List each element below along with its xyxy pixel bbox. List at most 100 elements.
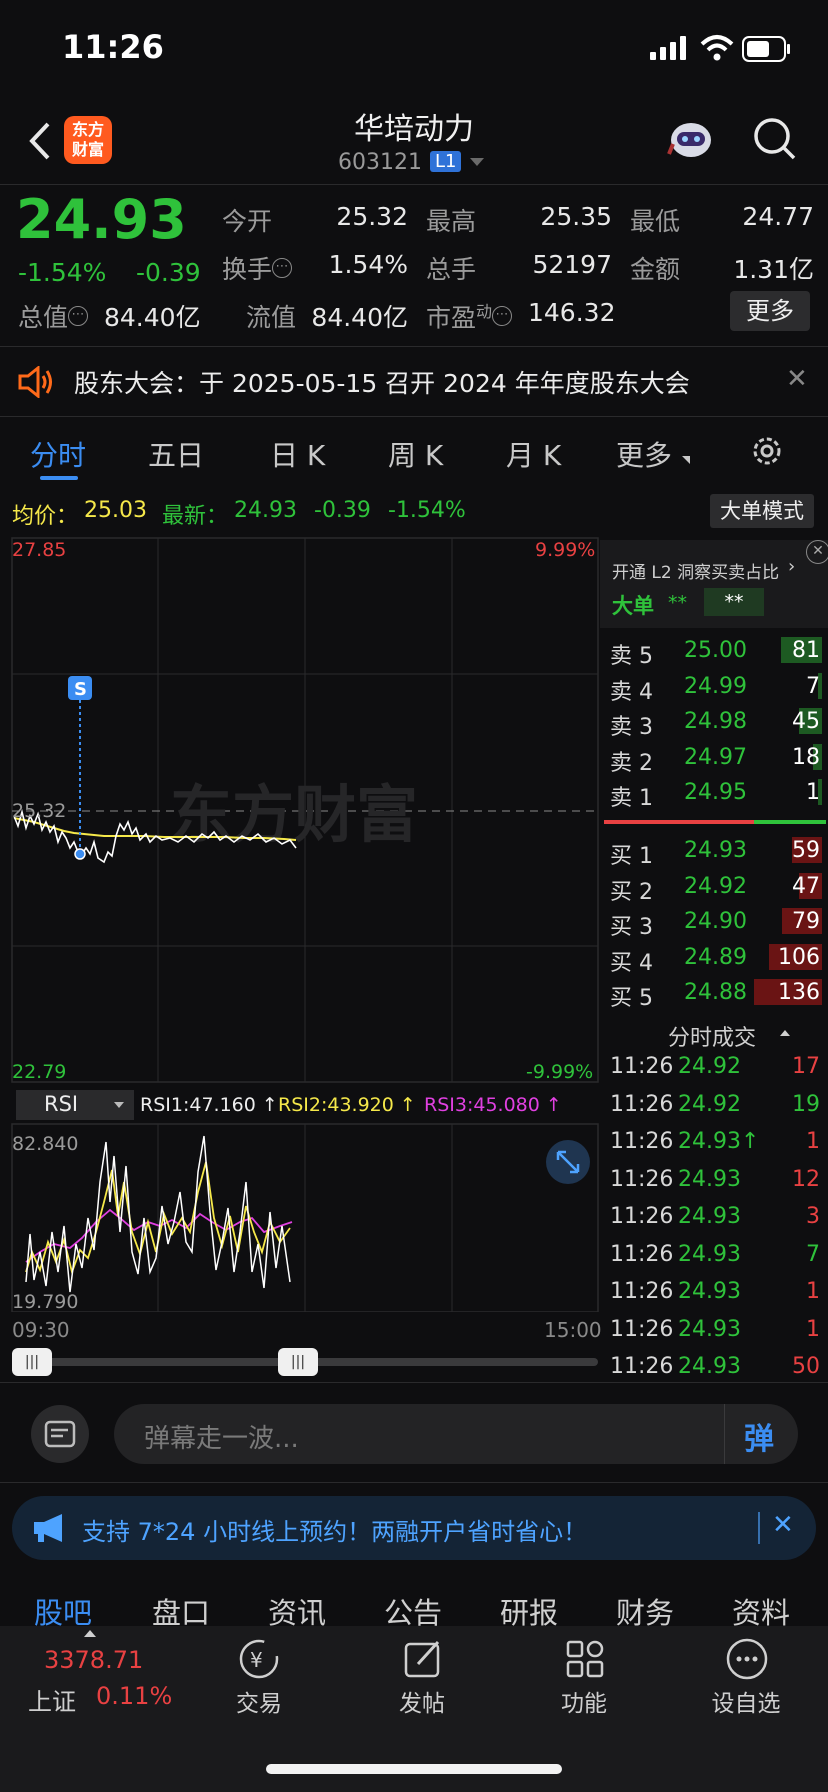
trade-time: 11:26 bbox=[610, 1316, 674, 1342]
danmaku-input[interactable]: 弹幕走一波... 弹 bbox=[114, 1404, 798, 1464]
end-time-label: 15:00 bbox=[544, 1318, 602, 1342]
info-icon[interactable]: ⋯ bbox=[492, 306, 513, 327]
order-price: 24.98 bbox=[684, 709, 747, 734]
order-book-row[interactable]: 买 4 24.89 106 bbox=[600, 941, 828, 976]
info-icon[interactable]: ⋯ bbox=[68, 306, 89, 326]
tab-monthly-k[interactable]: 月 K bbox=[506, 434, 561, 474]
tab-five-day[interactable]: 五日 bbox=[148, 434, 204, 474]
order-level-label: 卖 1 bbox=[610, 786, 653, 811]
amount-value: 1.31亿 bbox=[733, 255, 814, 284]
order-volume: 47 bbox=[792, 873, 820, 899]
order-book-row[interactable]: 卖 1 24.95 1 bbox=[600, 776, 828, 811]
dropdown-triangle-icon bbox=[682, 456, 690, 464]
gear-icon[interactable] bbox=[750, 434, 784, 468]
signal-icon bbox=[650, 36, 686, 60]
home-indicator bbox=[266, 1764, 562, 1774]
promo-banner[interactable]: 支持 7*24 小时线上预约！两融开户省时省心！ ✕ bbox=[12, 1496, 816, 1560]
chevron-right-icon: › bbox=[788, 556, 796, 577]
trade-volume: 12 bbox=[792, 1166, 820, 1192]
order-book-row[interactable]: 卖 2 24.97 18 bbox=[600, 741, 828, 776]
danmaku-toggle-icon[interactable] bbox=[30, 1404, 90, 1464]
search-icon[interactable] bbox=[752, 116, 798, 162]
big-order-label: 大单 bbox=[612, 594, 654, 618]
divider bbox=[0, 184, 828, 185]
order-volume: 45 bbox=[792, 709, 820, 734]
rsi-max-label: 82.840 bbox=[12, 1133, 78, 1155]
order-book-row[interactable]: 买 3 24.90 79 bbox=[600, 905, 828, 940]
intraday-chart[interactable]: 东方财富 S 27.85 9.99% 25.32 22.79 -9.99% bbox=[0, 536, 600, 1084]
trade-volume: 3 bbox=[806, 1204, 820, 1229]
trade-time: 11:26 bbox=[610, 1054, 674, 1079]
more-quote-button[interactable]: 更多 bbox=[730, 291, 810, 331]
order-level-label: 卖 2 bbox=[610, 750, 653, 776]
status-time: 11:26 bbox=[62, 28, 164, 66]
open-value: 25.32 bbox=[336, 202, 408, 231]
trade-row: 11:26 24.93↑ 1 bbox=[600, 1125, 828, 1161]
functions-grid-icon[interactable] bbox=[562, 1636, 608, 1682]
trade-price: 24.92 bbox=[678, 1054, 741, 1079]
more-circle-icon[interactable] bbox=[724, 1636, 770, 1682]
total-cap-value: 84.40亿 bbox=[104, 303, 201, 332]
trade-price: 24.93 bbox=[678, 1279, 741, 1304]
sort-up-icon[interactable] bbox=[780, 1030, 790, 1036]
turnover-value: 1.54% bbox=[328, 250, 408, 279]
nav-add-watchlist[interactable]: 设自选 bbox=[686, 1684, 806, 1718]
notice-banner[interactable]: 股东大会：于 2025-05-15 召开 2024 年年度股东大会 ✕ bbox=[0, 346, 828, 416]
order-book-row[interactable]: 买 1 24.93 59 bbox=[600, 834, 828, 869]
rsi3-value: RSI3:45.080 ↑ bbox=[424, 1094, 562, 1116]
info-icon[interactable]: ⋯ bbox=[272, 258, 293, 278]
tab-weekly-k[interactable]: 周 K bbox=[388, 434, 443, 474]
rsi2-value: RSI2:43.920 ↑ bbox=[278, 1094, 416, 1116]
close-icon[interactable]: ✕ bbox=[786, 364, 808, 394]
level-badge[interactable]: L1 bbox=[430, 151, 462, 172]
nav-trade[interactable]: 交易 bbox=[199, 1684, 319, 1718]
chevron-down-icon[interactable] bbox=[470, 158, 484, 166]
send-danmaku-button[interactable]: 弹 bbox=[744, 1414, 774, 1458]
robot-assistant-icon[interactable] bbox=[665, 114, 717, 164]
big-order-mode-button[interactable]: 大单模式 bbox=[710, 494, 814, 528]
trade-icon[interactable]: ¥ bbox=[236, 1636, 282, 1682]
collapse-up-icon[interactable] bbox=[84, 1630, 96, 1637]
trade-volume: 50 bbox=[792, 1354, 820, 1379]
tab-daily-k[interactable]: 日 K bbox=[270, 434, 325, 474]
tab-more[interactable]: 更多 bbox=[616, 434, 672, 474]
rsi-chart[interactable]: 82.840 19.790 bbox=[0, 1122, 600, 1312]
rsi-min-label: 19.790 bbox=[12, 1291, 78, 1312]
latest-change: -0.39 bbox=[314, 498, 371, 523]
index-name: 上证 bbox=[28, 1688, 76, 1716]
avg-value: 25.03 bbox=[84, 498, 147, 523]
scrubber-right-handle[interactable]: ||| bbox=[278, 1348, 318, 1376]
order-book-row[interactable]: 卖 3 24.98 45 bbox=[600, 705, 828, 740]
close-icon[interactable]: ✕ bbox=[772, 1510, 794, 1540]
order-price: 24.88 bbox=[684, 980, 747, 1005]
ref-price-label: 25.32 bbox=[12, 800, 66, 822]
scrubber-left-handle[interactable]: ||| bbox=[12, 1348, 52, 1376]
order-book-row[interactable]: 卖 4 24.99 7 bbox=[600, 670, 828, 705]
indicator-selector[interactable]: RSI bbox=[16, 1090, 134, 1120]
tab-intraday[interactable]: 分时 bbox=[30, 434, 86, 474]
post-icon[interactable] bbox=[400, 1636, 446, 1682]
price-summary-row: 均价： 25.03 最新： 24.93 -0.39 -1.54% bbox=[0, 494, 828, 538]
top-price-label: 27.85 bbox=[12, 539, 66, 561]
stock-header: 东方 财富 华培动力 603121 L1 bbox=[0, 100, 828, 184]
trade-time: 11:26 bbox=[610, 1279, 674, 1304]
active-tab-indicator bbox=[40, 476, 78, 480]
nav-functions[interactable]: 功能 bbox=[524, 1684, 644, 1718]
l2-promo-banner[interactable]: 开通 L2 洞察买卖占比 › ✕ 大单 ** ** bbox=[600, 540, 828, 628]
order-price: 24.92 bbox=[684, 873, 747, 899]
trade-time: 11:26 bbox=[610, 1091, 674, 1117]
stock-code: 603121 bbox=[338, 150, 422, 175]
trade-price: 24.93 bbox=[678, 1204, 741, 1229]
nav-post[interactable]: 发帖 bbox=[362, 1684, 482, 1718]
order-book-row[interactable]: 买 2 24.92 47 bbox=[600, 870, 828, 905]
trade-time: 11:26 bbox=[610, 1354, 674, 1379]
close-icon[interactable]: ✕ bbox=[806, 540, 828, 564]
pe-label: 市盈动 ⋯ bbox=[426, 298, 513, 334]
order-book-row[interactable]: 买 5 24.88 136 bbox=[600, 976, 828, 1011]
big-order-value-2: ** bbox=[704, 588, 764, 616]
order-book-row[interactable]: 卖 5 25.00 81 bbox=[600, 634, 828, 669]
promo-text: 支持 7*24 小时线上预约！两融开户省时省心！ bbox=[82, 1518, 588, 1546]
trade-volume: 1 bbox=[806, 1279, 820, 1304]
trades-title[interactable]: 分时成交 bbox=[668, 1020, 756, 1052]
amount-label: 金额 bbox=[630, 255, 681, 284]
